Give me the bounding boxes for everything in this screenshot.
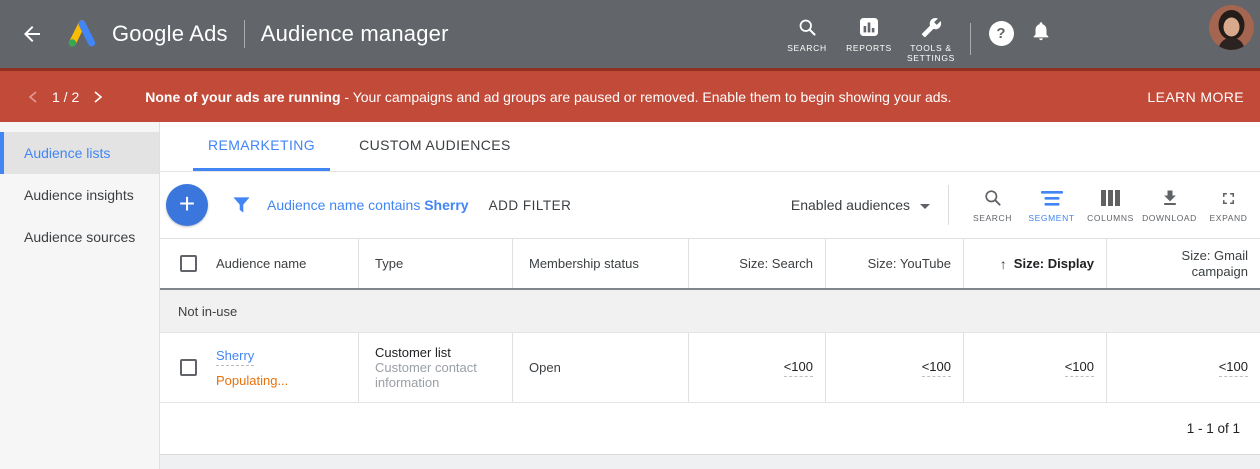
header-cell-size-search[interactable]: Size: Search xyxy=(688,239,825,288)
tab-bar: REMARKETING CUSTOM AUDIENCES xyxy=(160,122,1260,172)
download-icon xyxy=(1160,187,1180,209)
populating-status: Populating... xyxy=(216,373,288,388)
page-title: Audience manager xyxy=(261,21,449,47)
search-icon xyxy=(797,15,818,39)
toolbar-divider xyxy=(948,185,949,225)
google-ads-logo-icon[interactable] xyxy=(62,17,102,51)
reports-icon xyxy=(859,15,879,39)
chevron-down-icon xyxy=(920,204,930,209)
expand-icon xyxy=(1219,187,1238,209)
sort-ascending-icon: ↑ xyxy=(1000,256,1007,272)
columns-icon xyxy=(1101,187,1120,209)
reports-nav-label: REPORTS xyxy=(846,43,892,53)
topbar-divider xyxy=(244,20,245,48)
sidebar-item-audience-insights[interactable]: Audience insights xyxy=(0,174,159,216)
help-icon: ? xyxy=(989,21,1014,46)
table-row: Sherry Populating... Customer list Custo… xyxy=(160,333,1260,402)
tools-settings-label: TOOLS &SETTINGS xyxy=(907,43,955,63)
segment-icon xyxy=(1041,187,1063,209)
chevron-right-icon[interactable] xyxy=(87,86,109,108)
search-nav-button[interactable]: SEARCH xyxy=(776,15,838,53)
row-cell-type: Customer list Customer contact informati… xyxy=(358,333,512,402)
tab-remarketing[interactable]: REMARKETING xyxy=(193,122,330,171)
download-button[interactable]: DOWNLOAD xyxy=(1140,187,1199,223)
header-cell-size-youtube[interactable]: Size: YouTube xyxy=(825,239,963,288)
learn-more-link[interactable]: LEARN MORE xyxy=(1147,89,1244,105)
row-cell-size-search: <100 xyxy=(688,333,825,402)
pagination-label: 1 - 1 of 1 xyxy=(1187,421,1240,436)
table-search-button[interactable]: SEARCH xyxy=(963,187,1022,223)
sidebar: Audience lists Audience insights Audienc… xyxy=(0,122,160,469)
banner-pager: 1 / 2 xyxy=(22,86,109,108)
bell-icon xyxy=(1030,20,1052,47)
row-cell-audience-name: Sherry Populating... xyxy=(160,333,358,402)
help-button[interactable]: ? xyxy=(981,13,1021,53)
search-icon xyxy=(983,187,1003,209)
top-app-bar: Google Ads Audience manager SEARCH REPOR… xyxy=(0,0,1260,68)
tab-custom-audiences[interactable]: CUSTOM AUDIENCES xyxy=(344,122,526,171)
audience-name-link[interactable]: Sherry xyxy=(216,348,254,366)
expand-button[interactable]: EXPAND xyxy=(1199,187,1258,223)
sidebar-item-audience-sources[interactable]: Audience sources xyxy=(0,216,159,258)
header-cell-size-display[interactable]: ↑ Size: Display xyxy=(963,239,1106,288)
segment-button[interactable]: SEGMENT xyxy=(1022,187,1081,223)
table-header-row: Audience name Type Membership status Siz… xyxy=(160,238,1260,290)
topbar-actions: SEARCH REPORTS TOOLS &SETTINGS ? xyxy=(776,5,1260,63)
banner-message: None of your ads are running - Your camp… xyxy=(145,89,951,105)
columns-button[interactable]: COLUMNS xyxy=(1081,187,1140,223)
header-cell-type[interactable]: Type xyxy=(358,239,512,288)
chevron-left-icon[interactable] xyxy=(22,86,44,108)
add-filter-button[interactable]: ADD FILTER xyxy=(489,198,572,213)
page-background xyxy=(160,454,1260,469)
reports-nav-button[interactable]: REPORTS xyxy=(838,15,900,53)
row-checkbox[interactable] xyxy=(180,359,197,376)
header-cell-audience-name: Audience name xyxy=(160,239,358,288)
row-cell-size-youtube: <100 xyxy=(825,333,963,402)
group-row-not-in-use: Not in-use xyxy=(160,290,1260,333)
table-actions: SEARCH SEGMENT COLUMNS xyxy=(963,187,1260,223)
active-filter-chip[interactable]: Audience name contains Sherry xyxy=(267,197,469,213)
search-nav-label: SEARCH xyxy=(787,43,827,53)
topbar-divider xyxy=(970,23,971,55)
banner-pager-count: 1 / 2 xyxy=(52,89,79,105)
wrench-icon xyxy=(921,15,942,39)
table-footer: 1 - 1 of 1 xyxy=(160,402,1260,454)
row-cell-membership-status: Open xyxy=(512,333,688,402)
audience-view-dropdown[interactable]: Enabled audiences xyxy=(791,197,930,213)
filter-funnel-icon[interactable] xyxy=(232,196,251,214)
tools-settings-nav-button[interactable]: TOOLS &SETTINGS xyxy=(900,15,962,63)
row-cell-size-display: <100 xyxy=(963,333,1106,402)
header-cell-membership-status[interactable]: Membership status xyxy=(512,239,688,288)
content-area: Audience lists Audience insights Audienc… xyxy=(0,122,1260,469)
main-panel: REMARKETING CUSTOM AUDIENCES + Audience … xyxy=(160,122,1260,469)
add-audience-button[interactable]: + xyxy=(166,184,208,226)
sidebar-item-audience-lists[interactable]: Audience lists xyxy=(0,132,159,174)
notifications-button[interactable] xyxy=(1021,13,1061,53)
user-avatar[interactable] xyxy=(1209,5,1254,50)
select-all-checkbox[interactable] xyxy=(180,255,197,272)
toolbar: + Audience name contains Sherry ADD FILT… xyxy=(160,172,1260,238)
row-cell-size-gmail: <100 xyxy=(1106,333,1260,402)
product-name: Google Ads xyxy=(112,21,228,47)
back-arrow-icon[interactable] xyxy=(20,22,44,46)
alert-banner: 1 / 2 None of your ads are running - You… xyxy=(0,68,1260,122)
header-cell-size-gmail[interactable]: Size: Gmail campaign xyxy=(1106,239,1260,288)
